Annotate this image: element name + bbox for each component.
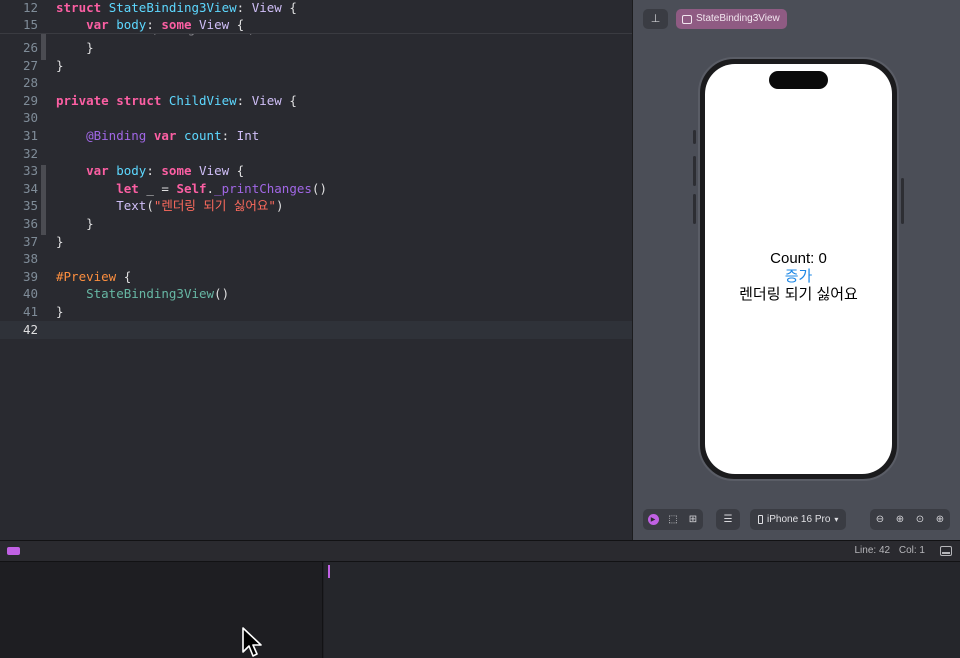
code-text: private struct ChildView: View { [56,92,297,108]
code-line[interactable]: 27} [0,57,632,75]
preview-chip-label: StateBinding3View [696,13,780,24]
code-line[interactable]: 31 @Binding var count: Int [0,127,632,145]
change-bar [41,165,46,235]
device-side-button [693,194,696,224]
cursor-position: Line: 42 Col: 1 [849,545,926,556]
phone-icon [758,515,763,524]
line-number: 35 [22,198,38,214]
code-text: struct StateBinding3View: View { [56,0,297,15]
code-line[interactable]: 26 } [0,39,632,57]
line-number: 36 [22,216,38,231]
device-settings-icon: ☰ [723,514,733,525]
code-text: var body: some View { [86,163,245,179]
code-line[interactable]: 28 [0,74,632,92]
line-number: 29 [22,92,38,108]
selectable-icon[interactable]: ⬚ [663,509,683,530]
code-text: StateBinding3View() [86,286,230,302]
line-number: 26 [22,40,38,55]
variants-grid-icon[interactable]: ⊞ [683,509,703,530]
code-text: } [56,233,64,249]
code-text: #Preview { [56,268,132,284]
line-number: 39 [22,268,38,284]
device-side-button [693,130,696,144]
code-line[interactable]: 37} [0,233,632,251]
code-text: Text("렌더링 되기 싫어요") [116,198,284,214]
preview-chip-icon [682,14,692,24]
zoom-out-icon[interactable]: ⊖ [870,509,890,530]
code-line[interactable]: 29 private struct ChildView: View { [0,92,632,110]
code-line[interactable]: 38 [0,250,632,268]
device-side-button [901,178,904,224]
pin-preview-button[interactable]: ⊥ [643,9,668,29]
device-screen: Count: 0 증가 렌더링 되기 싫어요 [705,64,892,474]
zoom-in-icon[interactable]: ⊕ [890,509,910,530]
panel-layout-icon[interactable] [940,546,952,556]
canvas-toolbar: ▶ ⬚ ⊞ ☰ iPhone 16 Pro ▾ ⊖ ⊕ ⊙ ⊕ [633,507,960,531]
zoom-actual-icon[interactable]: ⊕ [930,509,950,530]
console-pane[interactable] [324,562,960,658]
mouse-pointer-icon [242,627,262,657]
child-view-text: 렌더링 되기 싫어요 [739,286,858,303]
line-number: 34 [22,180,38,196]
screen-content: Count: 0 증가 렌더링 되기 싫어요 [705,250,892,304]
code-line[interactable]: 35 Text("렌더링 되기 싫어요") [0,197,632,215]
preview-mode-group: ▶ ⬚ ⊞ [643,509,703,530]
code-line[interactable]: 12 struct StateBinding3View: View { [0,0,632,17]
code-line[interactable]: 33 var body: some View { [0,162,632,180]
line-number: 28 [22,75,38,91]
line-number: 32 [22,145,38,161]
device-frame: Count: 0 증가 렌더링 되기 싫어요 [698,57,899,481]
code-text: @Binding var count: Int [86,128,260,143]
sticky-header: 12 struct StateBinding3View: View {15 var… [0,0,632,34]
code-text: let _ = Self._printChanges() [116,180,327,196]
code-line[interactable]: 30 [0,109,632,127]
code-line[interactable]: 15 var body: some View { [0,16,632,34]
line-number: 30 [22,110,38,126]
code-line[interactable]: 36 } [0,215,632,233]
code-line[interactable]: 34 let _ = Self._printChanges() [0,180,632,198]
zoom-group: ⊖ ⊕ ⊙ ⊕ [870,509,950,530]
code-line[interactable]: 41} [0,303,632,321]
device-selector[interactable]: iPhone 16 Pro ▾ [750,509,847,530]
line-number: 42 [22,321,38,337]
preview-chip[interactable]: StateBinding3View [676,9,787,29]
debug-status-bar: Line: 42 Col: 1 [0,540,960,562]
count-label: Count: 0 [770,250,827,267]
variables-pane[interactable] [0,562,323,658]
line-indicator: Line: 42 [854,545,891,556]
code-text: } [56,40,94,55]
line-number: 33 [22,163,38,179]
change-bar [41,34,46,60]
line-number: 41 [22,304,38,319]
code-line[interactable]: 39 #Preview { [0,268,632,286]
line-number: 38 [22,251,38,267]
text-caret [328,565,330,578]
increment-button[interactable]: 증가 [705,268,892,286]
code-text: } [56,216,94,231]
code-text: } [56,57,64,73]
pin-icon: ⊥ [650,13,661,25]
zoom-to-fit-icon[interactable]: ⊙ [910,509,930,530]
code-line[interactable]: 32 [0,145,632,163]
chevron-down-icon: ▾ [834,515,839,524]
line-number: 12 [22,0,38,15]
device-settings-button[interactable]: ☰ [716,509,740,530]
preview-canvas: ⊥ StateBinding3View Count: 0 증가 렌더링 되기 싫… [632,0,960,540]
debug-area-toggle[interactable] [7,547,20,555]
column-indicator: Col: 1 [898,545,925,556]
line-number: 37 [22,233,38,249]
code-line[interactable]: 40 StateBinding3View() [0,285,632,303]
dynamic-island [769,71,828,89]
line-number: 31 [22,128,38,143]
line-number: 40 [22,286,38,302]
line-number: 15 [22,17,38,32]
source-editor[interactable]: 12 struct StateBinding3View: View {15 var… [0,0,632,540]
code-line[interactable]: 42 [0,320,632,339]
live-preview-icon[interactable]: ▶ [643,509,663,530]
code-text: var body: some View { [86,17,245,32]
device-name: iPhone 16 Pro [767,514,831,525]
device-side-button [693,156,696,186]
line-number: 27 [22,57,38,73]
code-text: } [56,304,64,319]
